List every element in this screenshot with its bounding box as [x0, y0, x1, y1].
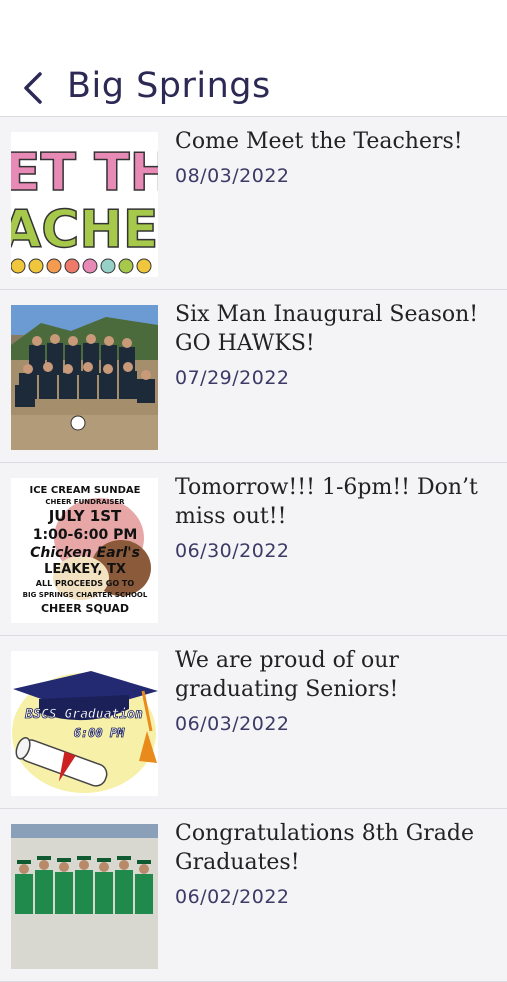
- list-item[interactable]: ICE CREAM SUNDAE CHEER FUNDRAISER JULY 1…: [0, 463, 507, 636]
- post-text: Congratulations 8th Grade Graduates! 06/…: [175, 819, 495, 912]
- post-list: ET TH ACHE Come Meet the Teachers! 08/03…: [0, 117, 507, 982]
- post-title: Tomorrow!!! 1-6pm!! Don’t miss out!!: [175, 475, 478, 529]
- thumb-text: 1:00-6:00 PM: [33, 527, 138, 543]
- thumb-text: CHEER SQUAD: [41, 602, 129, 615]
- post-title: We are proud of our graduating Seniors!: [175, 648, 399, 702]
- post-thumbnail: BSCS Graduation 6:00 PM: [11, 651, 158, 796]
- thumb-text: ALL PROCEEDS GO TO: [36, 579, 135, 588]
- thumb-text: CHEER FUNDRAISER: [45, 498, 125, 506]
- post-thumbnail: [11, 824, 158, 969]
- thumb-text-2: ACHE: [11, 200, 158, 260]
- post-date: 06/02/2022: [175, 886, 290, 908]
- back-button[interactable]: [18, 70, 52, 106]
- thumb-text: BIG SPRINGS CHARTER SCHOOL: [23, 591, 148, 599]
- post-title: Six Man Inaugural Season! GO HAWKS!: [175, 302, 479, 356]
- post-thumbnail: [11, 305, 158, 450]
- post-text: Six Man Inaugural Season! GO HAWKS! 07/2…: [175, 300, 495, 393]
- post-date: 06/03/2022: [175, 713, 290, 735]
- thumb-text: JULY 1ST: [48, 507, 122, 525]
- thumb-text-1: ET TH: [11, 143, 158, 203]
- page-title: Big Springs: [67, 66, 271, 106]
- thumb-text: LEAKEY, TX: [44, 562, 126, 577]
- post-date: 07/29/2022: [175, 367, 290, 389]
- list-item[interactable]: Congratulations 8th Grade Graduates! 06/…: [0, 809, 507, 982]
- chevron-left-icon: [24, 72, 42, 104]
- post-date: 08/03/2022: [175, 165, 290, 187]
- post-text: Tomorrow!!! 1-6pm!! Don’t miss out!! 06/…: [175, 473, 495, 566]
- thumb-text: 6:00 PM: [74, 726, 125, 740]
- post-text: We are proud of our graduating Seniors! …: [175, 646, 495, 739]
- list-item[interactable]: BSCS Graduation 6:00 PM We are proud of …: [0, 636, 507, 809]
- thumb-text: BSCS Graduation: [24, 707, 143, 722]
- post-text: Come Meet the Teachers! 08/03/2022: [175, 127, 495, 191]
- post-thumbnail: ET TH ACHE: [11, 132, 158, 277]
- post-title: Congratulations 8th Grade Graduates!: [175, 821, 475, 875]
- app-header: Big Springs: [0, 0, 507, 117]
- list-item[interactable]: ET TH ACHE Come Meet the Teachers! 08/03…: [0, 117, 507, 290]
- post-date: 06/30/2022: [175, 540, 290, 562]
- thumb-text: Chicken Earl's: [30, 545, 140, 561]
- post-thumbnail: ICE CREAM SUNDAE CHEER FUNDRAISER JULY 1…: [11, 478, 158, 623]
- list-item[interactable]: Six Man Inaugural Season! GO HAWKS! 07/2…: [0, 290, 507, 463]
- post-title: Come Meet the Teachers!: [175, 129, 463, 154]
- thumb-text: ICE CREAM SUNDAE: [30, 485, 141, 496]
